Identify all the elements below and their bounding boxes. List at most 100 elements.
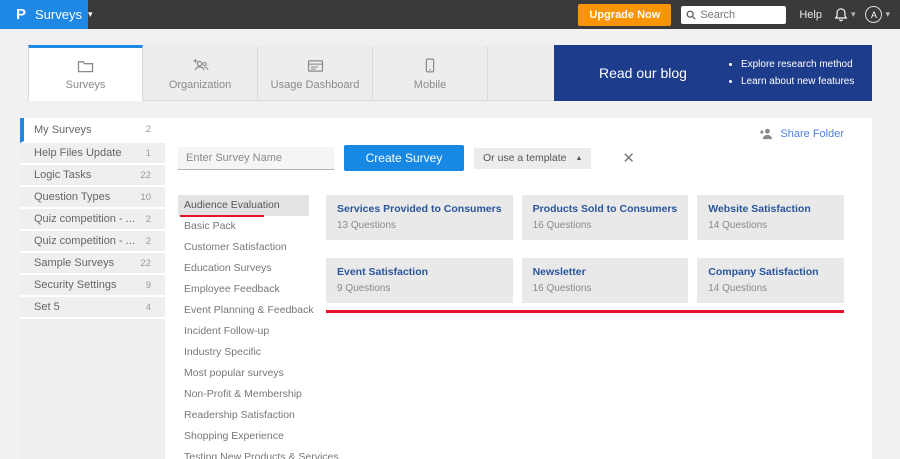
sidebar-item-quiz-competition-2[interactable]: Quiz competition - ... 2: [20, 231, 165, 253]
folder-label: Sample Surveys: [34, 257, 115, 269]
template-title: Company Satisfaction: [708, 266, 819, 278]
category-incident-follow-up[interactable]: Incident Follow-up: [178, 321, 309, 342]
create-survey-button[interactable]: Create Survey: [344, 145, 464, 171]
add-person-icon: [760, 128, 773, 140]
template-cards-area: Services Provided to Consumers 13 Questi…: [326, 195, 844, 459]
avatar: A: [865, 6, 883, 23]
category-shopping-experience[interactable]: Shopping Experience: [178, 426, 309, 447]
template-title: Newsletter: [532, 266, 586, 278]
tab-organization[interactable]: Organization: [143, 45, 258, 101]
folder-count: 1: [145, 147, 151, 159]
banner-title: Read our blog: [599, 65, 687, 81]
folder-count: 2: [145, 235, 151, 247]
category-non-profit-membership[interactable]: Non-Profit & Membership: [178, 384, 309, 405]
category-event-planning-feedback[interactable]: Event Planning & Feedback: [178, 300, 314, 321]
tabstrip-filler: [488, 45, 554, 101]
sidebar-item-help-files-update[interactable]: Help Files Update 1: [20, 143, 165, 165]
tab-mobile[interactable]: Mobile: [373, 45, 488, 101]
tab-surveys[interactable]: Surveys: [28, 45, 143, 101]
search-box[interactable]: [681, 5, 787, 24]
category-employee-feedback[interactable]: Employee Feedback: [178, 279, 309, 300]
search-input[interactable]: [700, 8, 781, 21]
sidebar-item-sample-surveys[interactable]: Sample Surveys 22: [20, 253, 165, 275]
chevron-down-icon: ▾: [87, 9, 93, 19]
annotation-red-underline: [180, 215, 264, 217]
category-industry-specific[interactable]: Industry Specific: [178, 342, 309, 363]
template-browser: Audience Evaluation Basic Pack Customer …: [178, 195, 844, 459]
bell-icon: [834, 8, 848, 22]
template-title: Services Provided to Consumers: [337, 203, 502, 215]
upgrade-now-button[interactable]: Upgrade Now: [578, 3, 672, 26]
folder-count: 22: [140, 169, 151, 181]
folder-count: 2: [145, 124, 151, 135]
folder-label: Question Types: [34, 191, 111, 203]
tab-usage-dashboard[interactable]: Usage Dashboard: [258, 45, 373, 101]
folder-label: Logic Tasks: [34, 169, 92, 181]
add-users-icon: [191, 58, 210, 74]
template-question-count: 14 Questions: [708, 220, 768, 231]
folders-sidebar: My Surveys 2 Help Files Update 1 Logic T…: [20, 118, 165, 459]
survey-name-input[interactable]: [178, 146, 334, 170]
category-education-surveys[interactable]: Education Surveys: [178, 258, 309, 279]
category-readership-satisfaction[interactable]: Readership Satisfaction: [178, 405, 309, 426]
use-template-label: Or use a template: [483, 152, 567, 164]
category-basic-pack[interactable]: Basic Pack: [178, 216, 309, 237]
template-question-count: 13 Questions: [337, 220, 396, 231]
blog-banner[interactable]: Read our blog Explore research method Le…: [554, 45, 872, 101]
template-title: Products Sold to Consumers: [532, 203, 678, 215]
main-tabs: Surveys Organization Usage Dashboard Mob…: [28, 45, 872, 101]
tab-label: Mobile: [413, 78, 447, 91]
sidebar-item-quiz-competition-1[interactable]: Quiz competition - ... 2: [20, 209, 165, 231]
use-template-dropdown[interactable]: Or use a template ▲: [474, 147, 592, 169]
template-question-count: 14 Questions: [708, 283, 768, 294]
template-card[interactable]: Website Satisfaction 14 Questions: [697, 195, 844, 240]
folder-label: My Surveys: [34, 123, 92, 136]
banner-bullet: Explore research method: [741, 56, 854, 73]
template-card[interactable]: Newsletter 16 Questions: [521, 258, 689, 303]
template-card[interactable]: Products Sold to Consumers 16 Questions: [521, 195, 689, 240]
template-card[interactable]: Company Satisfaction 14 Questions: [697, 258, 844, 303]
folder-label: Quiz competition - ...: [34, 235, 135, 247]
sidebar-item-logic-tasks[interactable]: Logic Tasks 22: [20, 165, 165, 187]
folder-label: Quiz competition - ...: [34, 213, 135, 225]
mobile-icon: [425, 58, 435, 74]
folder-count: 9: [145, 279, 151, 291]
content-area: Share Folder Create Survey Or use a temp…: [165, 118, 872, 459]
template-card[interactable]: Event Satisfaction 9 Questions: [326, 258, 513, 303]
folder-label: Set 5: [34, 301, 60, 313]
folder-count: 10: [140, 191, 151, 203]
main-panel: My Surveys 2 Help Files Update 1 Logic T…: [20, 118, 872, 459]
help-link[interactable]: Help: [799, 9, 822, 21]
category-testing-new-products[interactable]: Testing New Products & Services: [178, 447, 339, 459]
template-question-count: 16 Questions: [532, 283, 592, 294]
proprofs-logo-icon: P: [16, 6, 27, 23]
tab-label: Usage Dashboard: [270, 78, 360, 91]
product-switcher[interactable]: P Surveys ▾: [0, 0, 93, 29]
share-folder-link[interactable]: Share Folder: [759, 127, 844, 140]
notifications-menu[interactable]: ▾: [834, 7, 856, 22]
template-card[interactable]: Services Provided to Consumers 13 Questi…: [326, 195, 513, 240]
folder-count: 22: [140, 257, 151, 269]
sidebar-item-set-5[interactable]: Set 5 4: [20, 297, 165, 319]
sidebar-item-question-types[interactable]: Question Types 10: [20, 187, 165, 209]
template-question-count: 16 Questions: [532, 220, 592, 231]
tab-label: Surveys: [65, 78, 106, 91]
template-title: Website Satisfaction: [708, 203, 811, 215]
tab-label: Organization: [168, 78, 232, 91]
sidebar-item-my-surveys[interactable]: My Surveys 2: [20, 118, 165, 143]
category-most-popular-surveys[interactable]: Most popular surveys: [178, 363, 309, 384]
product-menu-label: Surveys: [35, 7, 82, 22]
chevron-down-icon: ▾: [885, 9, 890, 19]
folder-count: 4: [145, 301, 151, 313]
dashboard-icon: [307, 58, 324, 74]
template-question-count: 9 Questions: [337, 283, 391, 294]
chevron-down-icon: ▾: [850, 9, 856, 19]
template-category-list: Audience Evaluation Basic Pack Customer …: [178, 195, 339, 459]
category-customer-satisfaction[interactable]: Customer Satisfaction: [178, 237, 309, 258]
close-icon[interactable]: ✕: [622, 151, 635, 166]
sidebar-item-security-settings[interactable]: Security Settings 9: [20, 275, 165, 297]
folder-count: 2: [145, 213, 151, 225]
account-menu[interactable]: A ▾: [865, 6, 890, 23]
category-audience-evaluation[interactable]: Audience Evaluation: [178, 195, 309, 217]
chevron-up-icon: ▲: [575, 154, 583, 162]
